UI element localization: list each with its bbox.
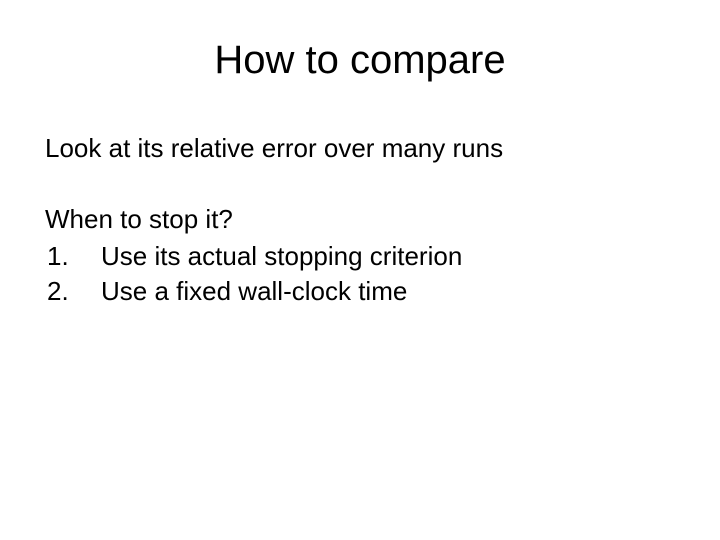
slide: How to compare Look at its relative erro… (0, 0, 720, 540)
intro-text: Look at its relative error over many run… (45, 131, 675, 166)
slide-title: How to compare (45, 38, 675, 83)
ordered-list: Use its actual stopping criterion Use a … (45, 239, 675, 309)
question-text: When to stop it? (45, 202, 675, 237)
list-item: Use its actual stopping criterion (45, 239, 675, 274)
list-item: Use a fixed wall-clock time (45, 274, 675, 309)
